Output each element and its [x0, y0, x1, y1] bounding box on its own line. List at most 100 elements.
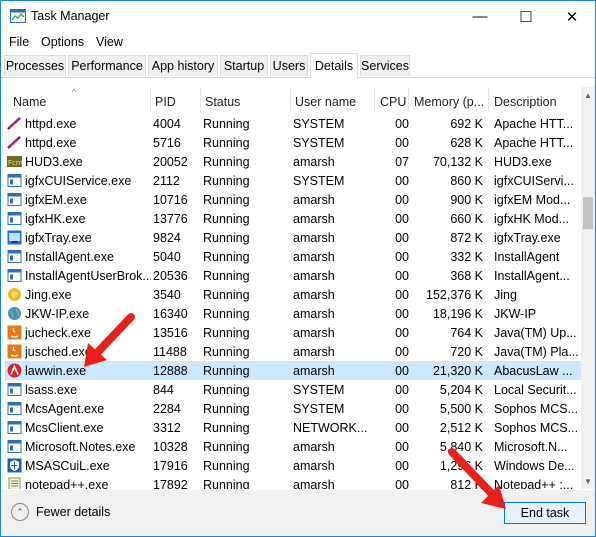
tab-services[interactable]: Services — [360, 55, 410, 76]
notepad-icon — [7, 477, 22, 489]
scrollbar-thumb[interactable] — [583, 197, 593, 229]
column-pid[interactable]: PID — [155, 95, 176, 109]
pid-cell: 17916 — [153, 459, 188, 473]
process-name-cell: igfxHK.exe — [25, 212, 86, 226]
fcm-icon: Fcm — [7, 154, 23, 169]
table-row[interactable]: httpd.exe 4004 Running SYSTEM 00 692 K Apache … — [5, 114, 581, 133]
title-bar[interactable]: Task Manager — ☐ ✕ — [1, 1, 595, 32]
task-manager-icon — [10, 9, 26, 23]
table-row[interactable]: igfxEM.exe 10716 Running amarsh 00 900 K igfxE… — [5, 190, 581, 209]
end-task-button[interactable]: End task — [504, 502, 586, 524]
column-divider[interactable] — [200, 87, 201, 113]
column-divider[interactable] — [290, 87, 291, 113]
table-row[interactable]: jucheck.exe 13516 Running amarsh 00 764 K Java… — [5, 323, 581, 342]
scroll-down-arrow-icon[interactable]: ▼ — [581, 473, 595, 489]
sort-ascending-icon: ^ — [72, 87, 77, 97]
table-row[interactable]: Microsoft.Notes.exe 10328 Running amarsh 00 5… — [5, 437, 581, 456]
column-divider[interactable] — [374, 87, 375, 113]
table-row[interactable]: httpd.exe 5716 Running SYSTEM 00 628 K Apache … — [5, 133, 581, 152]
abacus-icon — [7, 363, 22, 378]
close-button[interactable]: ✕ — [549, 1, 595, 32]
process-name-cell: jucheck.exe — [25, 326, 92, 340]
app-window-icon — [7, 173, 22, 188]
column-cpu[interactable]: CPU — [380, 95, 406, 109]
tab-details[interactable]: Details — [310, 53, 358, 78]
menu-view[interactable]: View — [96, 35, 123, 49]
table-row[interactable]: igfxHK.exe 13776 Running amarsh 00 660 K igfxH… — [5, 209, 581, 228]
tab-processes[interactable]: Processes — [4, 55, 66, 76]
cpu-cell: 07 — [395, 155, 409, 169]
maximize-button[interactable]: ☐ — [503, 1, 549, 32]
memory-cell: 368 K — [450, 269, 483, 283]
tab-startup[interactable]: Startup — [220, 55, 268, 76]
column-divider[interactable] — [408, 87, 409, 113]
status-cell: Running — [203, 269, 250, 283]
description-cell: Sophos MCS... — [494, 421, 578, 435]
description-cell: igfxHK Mod... — [494, 212, 570, 226]
column-divider[interactable] — [488, 87, 489, 113]
pid-cell: 13516 — [153, 326, 188, 340]
memory-cell: 18,196 K — [432, 307, 483, 321]
process-name-cell: lsass.exe — [25, 383, 78, 397]
status-cell: Running — [203, 288, 250, 302]
tab-users[interactable]: Users — [270, 55, 308, 76]
status-cell: Running — [203, 212, 250, 226]
memory-cell: 70,132 K — [432, 155, 483, 169]
column-name[interactable]: Name — [13, 95, 46, 109]
chevron-up-circle-icon[interactable]: ⌃ — [11, 503, 29, 521]
fewer-details-link[interactable]: Fewer details — [36, 505, 110, 519]
table-row[interactable]: Jing.exe 3540 Running amarsh 00 152,376 K Jing — [5, 285, 581, 304]
pid-cell: 17892 — [153, 478, 188, 489]
process-name-cell: notepad++.exe — [25, 478, 109, 489]
status-cell: Running — [203, 459, 250, 473]
app-window-icon — [7, 420, 22, 435]
status-cell: Running — [203, 174, 250, 188]
user-name-cell: amarsh — [293, 288, 335, 302]
table-row[interactable]: igfxTray.exe 9824 Running amarsh 00 872 K igfx… — [5, 228, 581, 247]
tab-app-history[interactable]: App history — [148, 55, 218, 76]
tab-performance[interactable]: Performance — [68, 55, 146, 76]
table-row[interactable]: jusched.exe 11488 Running amarsh 00 720 K Java… — [5, 342, 581, 361]
memory-cell: 1,296 K — [439, 459, 483, 473]
user-name-cell: amarsh — [293, 440, 335, 454]
description-cell: igfxEM Mod... — [494, 193, 571, 207]
memory-cell: 332 K — [450, 250, 483, 264]
table-row[interactable]: lsass.exe 844 Running SYSTEM 00 5,204 K Local … — [5, 380, 581, 399]
table-row[interactable]: notepad++.exe 17892 Running amarsh 00 812 K No… — [5, 475, 581, 489]
pid-cell: 2284 — [153, 402, 181, 416]
table-row[interactable]: InstallAgent.exe 5040 Running amarsh 00 332 K… — [5, 247, 581, 266]
table-row[interactable]: Fcm HUD3.exe 20052 Running amarsh 07 70,132 KH… — [5, 152, 581, 171]
minimize-icon: — — [472, 8, 488, 25]
status-cell: Running — [203, 307, 250, 321]
table-row[interactable]: igfxCUIService.exe 2112 Running SYSTEM 00 860… — [5, 171, 581, 190]
globe-icon — [7, 306, 22, 321]
table-row[interactable]: InstallAgentUserBrok... 20536 Running amars… — [5, 266, 581, 285]
table-row[interactable]: McsAgent.exe 2284 Running SYSTEM 00 5,500 K So… — [5, 399, 581, 418]
tab-strip: Processes Performance App history Startu… — [1, 53, 595, 78]
column-memory[interactable]: Memory (p... — [414, 95, 484, 109]
table-row[interactable]: MSASCuiL.exe 17916 Running amarsh 00 1,296 K W… — [5, 456, 581, 475]
menu-file[interactable]: File — [9, 35, 29, 49]
feather-icon — [7, 135, 22, 150]
description-cell: InstallAgent — [494, 250, 560, 264]
description-cell: igfxTray.exe — [494, 231, 561, 245]
table-row-selected[interactable]: lawwin.exe 12888 Running amarsh 00 21,320 K Ab… — [5, 361, 581, 380]
column-user-name[interactable]: User name — [295, 95, 356, 109]
table-row[interactable]: McsClient.exe 3312 Running NETWORK... 00 2,51… — [5, 418, 581, 437]
table-row[interactable]: JKW-IP.exe 16340 Running amarsh 00 18,196 K JK… — [5, 304, 581, 323]
scroll-up-arrow-icon[interactable]: ▲ — [581, 87, 595, 103]
cpu-cell: 00 — [395, 136, 409, 150]
description-cell: Sophos MCS... — [494, 402, 578, 416]
vertical-scrollbar[interactable]: ▲ ▼ — [581, 87, 595, 489]
maximize-icon: ☐ — [519, 8, 533, 26]
column-divider[interactable] — [150, 87, 151, 113]
minimize-button[interactable]: — — [457, 1, 503, 32]
process-name-cell: McsClient.exe — [25, 421, 104, 435]
user-name-cell: SYSTEM — [293, 136, 345, 150]
column-description[interactable]: Description — [494, 95, 557, 109]
footer-bar: ⌃ Fewer details End task — [1, 490, 595, 536]
column-status[interactable]: Status — [205, 95, 240, 109]
menu-options[interactable]: Options — [41, 35, 84, 49]
pid-cell: 10716 — [153, 193, 188, 207]
process-name-cell: igfxEM.exe — [25, 193, 87, 207]
